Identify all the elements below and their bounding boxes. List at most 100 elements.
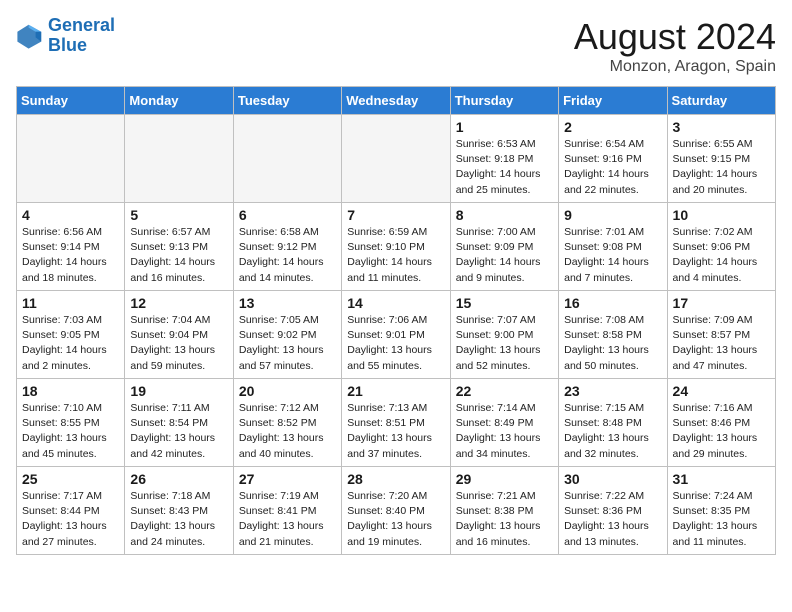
calendar-cell: 14 Sunrise: 7:06 AM Sunset: 9:01 PM Dayli… — [342, 291, 450, 379]
day-info: Sunrise: 7:07 AM Sunset: 9:00 PM Dayligh… — [456, 313, 553, 374]
logo-icon — [16, 22, 44, 50]
calendar-cell: 4 Sunrise: 6:56 AM Sunset: 9:14 PM Daylig… — [17, 203, 125, 291]
day-number: 24 — [673, 383, 770, 399]
logo-general: General — [48, 15, 115, 35]
day-info: Sunrise: 7:22 AM Sunset: 8:36 PM Dayligh… — [564, 489, 661, 550]
calendar-cell — [342, 115, 450, 203]
day-info: Sunrise: 6:54 AM Sunset: 9:16 PM Dayligh… — [564, 137, 661, 198]
day-info: Sunrise: 7:12 AM Sunset: 8:52 PM Dayligh… — [239, 401, 336, 462]
day-info: Sunrise: 6:57 AM Sunset: 9:13 PM Dayligh… — [130, 225, 227, 286]
day-number: 7 — [347, 207, 444, 223]
col-header-monday: Monday — [125, 87, 233, 115]
day-number: 13 — [239, 295, 336, 311]
week-row-4: 18Sunrise: 7:10 AM Sunset: 8:55 PM Dayli… — [17, 379, 776, 467]
calendar-cell: 13 Sunrise: 7:05 AM Sunset: 9:02 PM Dayli… — [233, 291, 341, 379]
day-number: 3 — [673, 119, 770, 135]
day-number: 14 — [347, 295, 444, 311]
calendar-cell: 18Sunrise: 7:10 AM Sunset: 8:55 PM Dayli… — [17, 379, 125, 467]
day-number: 9 — [564, 207, 661, 223]
day-number: 25 — [22, 471, 119, 487]
calendar-cell: 6 Sunrise: 6:58 AM Sunset: 9:12 PM Daylig… — [233, 203, 341, 291]
day-info: Sunrise: 7:03 AM Sunset: 9:05 PM Dayligh… — [22, 313, 119, 374]
calendar-cell: 12 Sunrise: 7:04 AM Sunset: 9:04 PM Dayli… — [125, 291, 233, 379]
calendar-cell: 25 Sunrise: 7:17 AM Sunset: 8:44 PM Dayli… — [17, 467, 125, 555]
day-info: Sunrise: 7:05 AM Sunset: 9:02 PM Dayligh… — [239, 313, 336, 374]
day-number: 31 — [673, 471, 770, 487]
day-number: 29 — [456, 471, 553, 487]
calendar-cell: 1Sunrise: 6:53 AM Sunset: 9:18 PM Daylig… — [450, 115, 558, 203]
col-header-thursday: Thursday — [450, 87, 558, 115]
main-title: August 2024 — [574, 16, 776, 58]
logo: General Blue — [16, 16, 115, 56]
day-number: 6 — [239, 207, 336, 223]
day-info: Sunrise: 7:00 AM Sunset: 9:09 PM Dayligh… — [456, 225, 553, 286]
day-info: Sunrise: 7:14 AM Sunset: 8:49 PM Dayligh… — [456, 401, 553, 462]
day-info: Sunrise: 6:55 AM Sunset: 9:15 PM Dayligh… — [673, 137, 770, 198]
calendar-cell — [125, 115, 233, 203]
day-info: Sunrise: 7:01 AM Sunset: 9:08 PM Dayligh… — [564, 225, 661, 286]
calendar-cell: 11 Sunrise: 7:03 AM Sunset: 9:05 PM Dayli… — [17, 291, 125, 379]
day-info: Sunrise: 6:58 AM Sunset: 9:12 PM Dayligh… — [239, 225, 336, 286]
header: General Blue August 2024 Monzon, Aragon,… — [16, 16, 776, 76]
col-header-friday: Friday — [559, 87, 667, 115]
calendar-cell: 22 Sunrise: 7:14 AM Sunset: 8:49 PM Dayli… — [450, 379, 558, 467]
calendar-cell: 15 Sunrise: 7:07 AM Sunset: 9:00 PM Dayli… — [450, 291, 558, 379]
calendar-cell — [17, 115, 125, 203]
day-info: Sunrise: 6:59 AM Sunset: 9:10 PM Dayligh… — [347, 225, 444, 286]
calendar-cell: 24Sunrise: 7:16 AM Sunset: 8:46 PM Dayli… — [667, 379, 775, 467]
day-number: 16 — [564, 295, 661, 311]
day-info: Sunrise: 6:53 AM Sunset: 9:18 PM Dayligh… — [456, 137, 553, 198]
calendar-cell: 3 Sunrise: 6:55 AM Sunset: 9:15 PM Daylig… — [667, 115, 775, 203]
day-number: 28 — [347, 471, 444, 487]
week-row-2: 4 Sunrise: 6:56 AM Sunset: 9:14 PM Daylig… — [17, 203, 776, 291]
day-info: Sunrise: 6:56 AM Sunset: 9:14 PM Dayligh… — [22, 225, 119, 286]
calendar-cell: 20 Sunrise: 7:12 AM Sunset: 8:52 PM Dayli… — [233, 379, 341, 467]
day-info: Sunrise: 7:04 AM Sunset: 9:04 PM Dayligh… — [130, 313, 227, 374]
col-header-wednesday: Wednesday — [342, 87, 450, 115]
day-number: 10 — [673, 207, 770, 223]
day-number: 2 — [564, 119, 661, 135]
day-number: 21 — [347, 383, 444, 399]
calendar-cell: 28Sunrise: 7:20 AM Sunset: 8:40 PM Dayli… — [342, 467, 450, 555]
col-header-tuesday: Tuesday — [233, 87, 341, 115]
week-row-1: 1Sunrise: 6:53 AM Sunset: 9:18 PM Daylig… — [17, 115, 776, 203]
header-row: SundayMondayTuesdayWednesdayThursdayFrid… — [17, 87, 776, 115]
calendar-cell: 27Sunrise: 7:19 AM Sunset: 8:41 PM Dayli… — [233, 467, 341, 555]
calendar-cell: 2 Sunrise: 6:54 AM Sunset: 9:16 PM Daylig… — [559, 115, 667, 203]
day-number: 11 — [22, 295, 119, 311]
subtitle: Monzon, Aragon, Spain — [574, 58, 776, 76]
day-number: 5 — [130, 207, 227, 223]
day-number: 23 — [564, 383, 661, 399]
calendar-cell: 19Sunrise: 7:11 AM Sunset: 8:54 PM Dayli… — [125, 379, 233, 467]
day-number: 4 — [22, 207, 119, 223]
day-number: 18 — [22, 383, 119, 399]
calendar-table: SundayMondayTuesdayWednesdayThursdayFrid… — [16, 86, 776, 555]
calendar-cell: 29 Sunrise: 7:21 AM Sunset: 8:38 PM Dayli… — [450, 467, 558, 555]
calendar-cell: 26 Sunrise: 7:18 AM Sunset: 8:43 PM Dayli… — [125, 467, 233, 555]
day-info: Sunrise: 7:21 AM Sunset: 8:38 PM Dayligh… — [456, 489, 553, 550]
day-info: Sunrise: 7:06 AM Sunset: 9:01 PM Dayligh… — [347, 313, 444, 374]
calendar-cell: 23Sunrise: 7:15 AM Sunset: 8:48 PM Dayli… — [559, 379, 667, 467]
day-info: Sunrise: 7:24 AM Sunset: 8:35 PM Dayligh… — [673, 489, 770, 550]
col-header-saturday: Saturday — [667, 87, 775, 115]
day-number: 26 — [130, 471, 227, 487]
day-number: 22 — [456, 383, 553, 399]
calendar-cell: 10 Sunrise: 7:02 AM Sunset: 9:06 PM Dayli… — [667, 203, 775, 291]
day-info: Sunrise: 7:18 AM Sunset: 8:43 PM Dayligh… — [130, 489, 227, 550]
day-info: Sunrise: 7:02 AM Sunset: 9:06 PM Dayligh… — [673, 225, 770, 286]
day-number: 20 — [239, 383, 336, 399]
day-info: Sunrise: 7:17 AM Sunset: 8:44 PM Dayligh… — [22, 489, 119, 550]
day-info: Sunrise: 7:08 AM Sunset: 8:58 PM Dayligh… — [564, 313, 661, 374]
day-info: Sunrise: 7:09 AM Sunset: 8:57 PM Dayligh… — [673, 313, 770, 374]
calendar-cell: 8Sunrise: 7:00 AM Sunset: 9:09 PM Daylig… — [450, 203, 558, 291]
day-info: Sunrise: 7:13 AM Sunset: 8:51 PM Dayligh… — [347, 401, 444, 462]
title-section: August 2024 Monzon, Aragon, Spain — [574, 16, 776, 76]
calendar-cell: 21 Sunrise: 7:13 AM Sunset: 8:51 PM Dayli… — [342, 379, 450, 467]
week-row-5: 25 Sunrise: 7:17 AM Sunset: 8:44 PM Dayli… — [17, 467, 776, 555]
calendar-cell: 9 Sunrise: 7:01 AM Sunset: 9:08 PM Daylig… — [559, 203, 667, 291]
day-number: 15 — [456, 295, 553, 311]
day-info: Sunrise: 7:11 AM Sunset: 8:54 PM Dayligh… — [130, 401, 227, 462]
calendar-cell: 17Sunrise: 7:09 AM Sunset: 8:57 PM Dayli… — [667, 291, 775, 379]
day-number: 12 — [130, 295, 227, 311]
day-number: 27 — [239, 471, 336, 487]
